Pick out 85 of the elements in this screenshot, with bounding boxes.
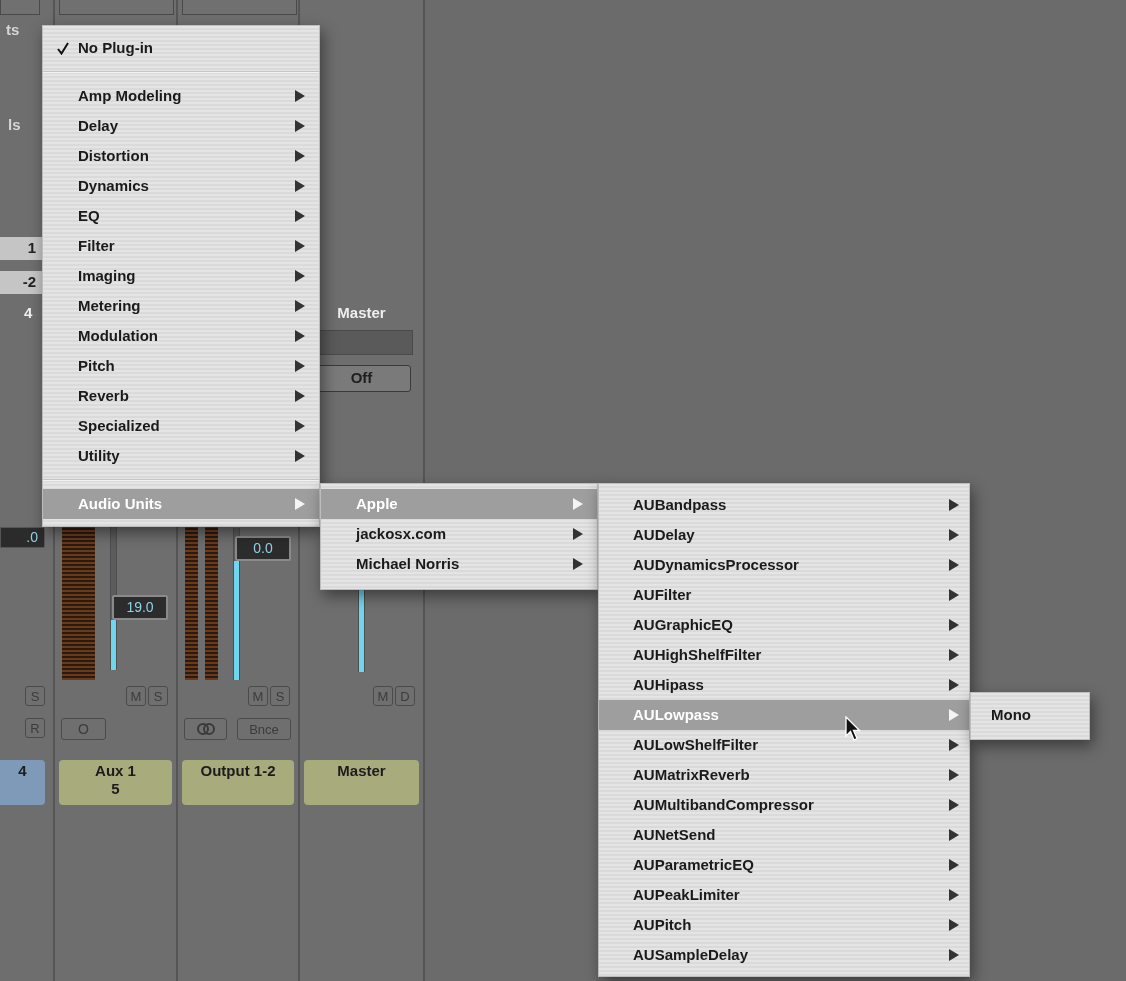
submenu-arrow-icon [295, 330, 305, 342]
channel-name: Master [337, 304, 386, 322]
submenu-arrow-icon [295, 150, 305, 162]
menu-item[interactable]: AUSampleDelay [599, 940, 969, 970]
submenu-arrow-icon [949, 679, 959, 691]
fader-value[interactable]: 0.0 [235, 536, 291, 561]
menu-item[interactable]: AUDynamicsProcessor [599, 550, 969, 580]
submenu-arrow-icon [573, 528, 583, 540]
submenu-arrow-icon [949, 589, 959, 601]
checkmark-icon [57, 42, 69, 55]
menu-item[interactable]: AUMultibandCompressor [599, 790, 969, 820]
submenu-arrow-icon [295, 300, 305, 312]
submenu-arrow-icon [949, 769, 959, 781]
submenu-arrow-icon [949, 739, 959, 751]
channel-label[interactable]: Aux 1 5 [59, 760, 172, 805]
inserts-label: ts [6, 21, 20, 39]
channel-label-text: Master [337, 762, 386, 780]
menu-item[interactable]: AUFilter [599, 580, 969, 610]
submenu-arrow-icon [949, 529, 959, 541]
menu-item[interactable]: AUGraphicEQ [599, 610, 969, 640]
menu-item[interactable]: AUHighShelfFilter [599, 640, 969, 670]
submenu-arrow-icon [573, 498, 583, 510]
submenu-arrow-icon [295, 390, 305, 402]
menu-item[interactable]: Delay [43, 111, 319, 141]
fader-value[interactable]: 19.0 [112, 595, 168, 620]
submenu-arrow-icon [949, 859, 959, 871]
submenu-arrow-icon [295, 120, 305, 132]
submenu-arrow-icon [949, 499, 959, 511]
menu-item[interactable]: Dynamics [43, 171, 319, 201]
menu-item[interactable]: jackosx.com [321, 519, 597, 549]
menu-item[interactable]: AUPeakLimiter [599, 880, 969, 910]
submenu-arrow-icon [949, 709, 959, 721]
link-button[interactable] [184, 718, 227, 740]
channel-label-text: 4 [18, 762, 27, 780]
menu-item[interactable]: EQ [43, 201, 319, 231]
submenu-arrow-icon [295, 180, 305, 192]
submenu-arrow-icon [573, 558, 583, 570]
submenu-arrow-icon [295, 270, 305, 282]
insert-slot[interactable] [0, 0, 40, 15]
submenu-arrow-icon [949, 949, 959, 961]
linked-rings-icon [195, 723, 216, 735]
submenu-arrow-icon [295, 90, 305, 102]
menu-item[interactable]: AUParametricEQ [599, 850, 969, 880]
menu-item[interactable]: AUPitch [599, 910, 969, 940]
submenu-arrow-icon [295, 210, 305, 222]
submenu-arrow-icon [949, 559, 959, 571]
channel-label-text: Aux 1 [95, 762, 136, 780]
menu-item[interactable]: Amp Modeling [43, 81, 319, 111]
channel-label-text: Output 1-2 [200, 762, 276, 780]
menu-item[interactable]: AUHipass [599, 670, 969, 700]
menu-item[interactable]: Mono [971, 700, 1089, 730]
menu-item[interactable]: AUBandpass [599, 490, 969, 520]
insert-slot[interactable] [182, 0, 297, 15]
menu-item[interactable]: AUDelay [599, 520, 969, 550]
submenu-arrow-icon [949, 649, 959, 661]
submenu-arrow-icon [295, 450, 305, 462]
menu-item[interactable]: AULowShelfFilter [599, 730, 969, 760]
submenu-arrow-icon [949, 889, 959, 901]
submenu-arrow-icon [949, 619, 959, 631]
menu-item[interactable]: Specialized [43, 411, 319, 441]
menu-item[interactable]: Modulation [43, 321, 319, 351]
submenu-arrow-icon [949, 799, 959, 811]
menu-item[interactable]: Michael Norris [321, 549, 597, 579]
channel-label[interactable]: 4 [0, 760, 45, 805]
submenu-arrow-icon [295, 420, 305, 432]
menu-item[interactable]: AUNetSend [599, 820, 969, 850]
sends-label: ls [8, 116, 21, 134]
channel-label[interactable]: Master [304, 760, 419, 805]
menu-item[interactable]: Metering [43, 291, 319, 321]
channel-label[interactable]: Output 1-2 [182, 760, 294, 805]
submenu-arrow-icon [949, 829, 959, 841]
menu-item[interactable]: Distortion [43, 141, 319, 171]
submenu-arrow-icon [295, 360, 305, 372]
mouse-pointer-icon [845, 716, 861, 742]
value-display[interactable]: .0 [0, 527, 45, 548]
channel-number: 5 [111, 780, 120, 798]
fader-track[interactable]: 0.0 [233, 528, 293, 680]
menu-item[interactable]: No Plug-in [43, 33, 319, 63]
menu-item[interactable]: AUMatrixReverb [599, 760, 969, 790]
insert-slot[interactable] [59, 0, 174, 15]
channel-name: 4 [24, 304, 33, 322]
submenu-arrow-icon [295, 498, 305, 510]
menu-item[interactable]: Utility [43, 441, 319, 471]
submenu-arrow-icon [949, 919, 959, 931]
submenu-arrow-icon [295, 240, 305, 252]
